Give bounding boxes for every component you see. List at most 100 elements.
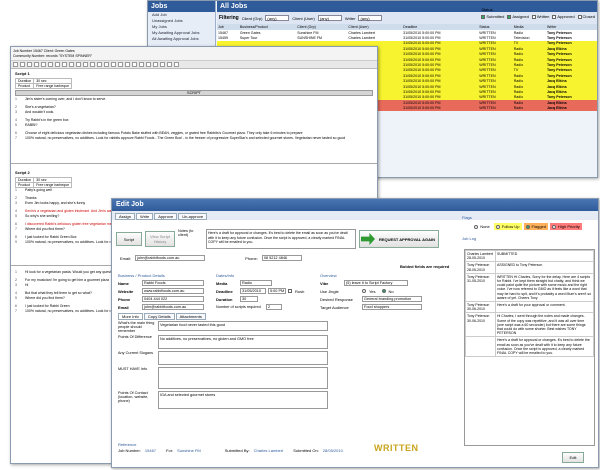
toolbar-tool-icon[interactable] — [111, 62, 116, 67]
status-option-label: Written — [536, 14, 550, 19]
flag-radio[interactable] — [525, 224, 530, 229]
flag-option[interactable]: High Priority — [550, 223, 582, 230]
media-select[interactable]: Radio — [240, 280, 272, 286]
form-field-input[interactable]: IGA and selected gourmet stores — [158, 391, 328, 409]
flag-radio[interactable] — [552, 224, 557, 229]
flag-radio[interactable] — [495, 224, 500, 229]
log-author: Tony Peterson 31-05-2010 — [465, 272, 496, 303]
toolbar-tool-icon[interactable] — [90, 62, 95, 67]
toolbar-tool-icon[interactable] — [132, 62, 137, 67]
flag-option[interactable]: None — [472, 223, 492, 230]
filter-client-grp-select[interactable]: (any) — [265, 15, 290, 21]
jingle-yes-radio[interactable] — [362, 289, 366, 293]
log-message: ASSIGNED to Tony Peterson — [495, 261, 594, 274]
toolbar-tool-icon[interactable] — [160, 62, 165, 67]
notes-label: Notes (to client) — [178, 229, 194, 237]
edit-job-window: Edit Job Assign Write Approve Un-approve Sc… — [111, 198, 599, 468]
job-log[interactable]: Charles Lambert 28-05-2010 SUBMITTED Tony … — [464, 249, 595, 446]
toolbar-tool-icon[interactable] — [174, 62, 179, 67]
subtab-more-info[interactable]: More Info — [118, 313, 143, 320]
business-row: Phone 0404 444 022 — [118, 295, 210, 303]
vibe-select[interactable]: (5) leave it to Script Factory — [344, 280, 408, 286]
tab-approve[interactable]: Approve — [154, 213, 178, 220]
toolbar-tool-icon[interactable] — [97, 62, 102, 67]
edit-button[interactable]: Edit — [562, 452, 584, 463]
status-checkbox[interactable] — [552, 14, 557, 19]
duration-label: Duration — [216, 296, 233, 302]
toolbar-tool-icon[interactable] — [153, 62, 158, 67]
toolbar-tool-icon[interactable] — [62, 62, 67, 67]
flag-option[interactable]: Flagged — [523, 223, 549, 230]
status-checkbox[interactable] — [577, 14, 582, 19]
toolbar-tool-icon[interactable] — [167, 62, 172, 67]
toolbar-tool-icon[interactable] — [41, 62, 46, 67]
sidebar-item-link[interactable]: All Awaiting Approval Jobs — [148, 36, 215, 42]
log-entry: Tony Peterson 28-05-2010 ASSIGNED to Tony… — [465, 261, 594, 274]
deadline-date-field[interactable]: 31/05/2010 — [240, 288, 266, 294]
toolbar-tool-icon[interactable] — [34, 62, 39, 67]
status-checkbox[interactable] — [481, 14, 486, 19]
deadline-time-field[interactable]: 5:00 PM — [268, 288, 286, 294]
form-field-label: What's the main thing people should reme… — [118, 321, 155, 333]
script-action-row: Script View Script History Notes (to cli… — [116, 227, 458, 251]
line-number: 9 — [15, 240, 17, 244]
filter-client-user-select[interactable]: (any) — [317, 15, 342, 21]
view-script-history-button[interactable]: View Script History — [145, 231, 175, 247]
toolbar-tool-icon[interactable] — [118, 62, 123, 67]
line-text: RABBI? — [25, 123, 38, 127]
form-field-label: MUST HAVE Info — [118, 367, 148, 371]
script-button[interactable]: Script — [116, 232, 142, 246]
toolbar-tool-icon[interactable] — [104, 62, 109, 67]
tab-assign[interactable]: Assign — [115, 213, 136, 220]
jingle-no-radio[interactable] — [381, 289, 386, 293]
jingle-yes-label: Yes — [369, 288, 376, 294]
subtab-copy-details[interactable]: Copy Details — [143, 313, 175, 320]
toolbar-tool-icon[interactable] — [146, 62, 151, 67]
subtab-attachments[interactable]: Attachments — [175, 313, 206, 320]
toolbar-tool-icon[interactable] — [13, 62, 18, 67]
form-field-label: Any Current Slogans — [118, 351, 154, 355]
status-checkbox[interactable] — [531, 14, 536, 19]
flag-radio[interactable] — [474, 224, 479, 229]
form-field-input[interactable]: Vegetarian food never tasted this good — [158, 321, 328, 331]
request-approval-button[interactable]: REQUEST APPROVAL AGAIN — [359, 230, 439, 248]
line-number: 7 — [15, 136, 17, 140]
filter-writer-select[interactable]: (any) — [358, 15, 383, 21]
form-field-input[interactable] — [158, 351, 328, 365]
business-field-input[interactable]: Rabbi Foods — [142, 280, 204, 286]
toolbar-tool-icon[interactable] — [48, 62, 53, 67]
form-field-input[interactable] — [158, 367, 328, 389]
business-field-input[interactable]: www.rabbifoods.com.au — [142, 288, 204, 294]
detail-subtabs: More Info Copy Details Attachments — [118, 313, 206, 320]
phone-field[interactable]: 08 5212 4846 — [261, 255, 302, 261]
log-author: Tony Peterson 30-06-2010 — [465, 312, 496, 338]
line-number: 1 — [15, 270, 17, 274]
toolbar-tool-icon[interactable] — [83, 62, 88, 67]
toolbar-tool-icon[interactable] — [20, 62, 25, 67]
desired-response-select[interactable]: General branding promotion — [362, 296, 422, 302]
script-column-header: SCRIPT — [15, 90, 373, 96]
toolbar-tool-icon[interactable] — [125, 62, 130, 67]
tab-un-approve[interactable]: Un-approve — [178, 213, 208, 220]
flag-option[interactable]: Follow Up — [493, 223, 522, 230]
target-audience-field[interactable]: Food shoppers — [362, 304, 422, 310]
business-field-input[interactable]: john@rabbifoods.com.au — [142, 304, 204, 310]
scripts-required-select[interactable]: 2 — [266, 304, 282, 310]
duration-select[interactable]: 30 — [240, 296, 258, 302]
toolbar-tool-icon[interactable] — [27, 62, 32, 67]
duration-row: Duration 30 — [216, 295, 316, 303]
status-checkbox[interactable] — [507, 14, 512, 19]
email-field[interactable]: john@rabbifoods.com.au — [135, 255, 206, 261]
tab-write[interactable]: Write — [136, 213, 154, 220]
toolbar-tool-icon[interactable] — [69, 62, 74, 67]
filter-client-grp-label: Client (Grp) — [241, 15, 263, 21]
business-field-input[interactable]: 0404 444 022 — [142, 296, 204, 302]
notes-to-client-field[interactable]: Here's a draft for approval or changes. … — [206, 229, 356, 249]
log-message: Here's a draft for approval or changes. … — [495, 336, 594, 358]
rush-checkbox[interactable] — [288, 289, 292, 293]
form-field-input[interactable]: No additives, no preservatives, no glute… — [158, 335, 328, 349]
status-option: Approved — [552, 14, 575, 19]
toolbar-tool-icon[interactable] — [139, 62, 144, 67]
toolbar-tool-icon[interactable] — [76, 62, 81, 67]
toolbar-tool-icon[interactable] — [55, 62, 60, 67]
